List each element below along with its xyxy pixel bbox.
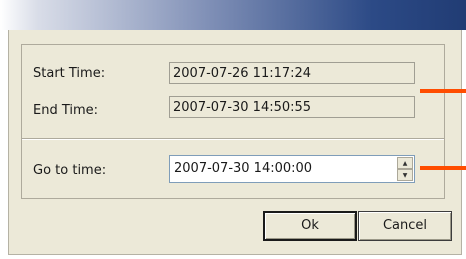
- goto-time-dialog: Start Time: 2007-07-26 11:17:24 End Time…: [0, 0, 466, 259]
- group-separator: [22, 138, 444, 140]
- goto-time-value[interactable]: 2007-07-30 14:00:00: [174, 156, 312, 182]
- up-arrow-icon[interactable]: ▲: [397, 157, 413, 169]
- end-time-field: 2007-07-30 14:50:55: [169, 96, 415, 118]
- start-time-label: Start Time:: [33, 66, 106, 81]
- down-arrow-icon[interactable]: ▼: [397, 169, 413, 181]
- goto-time-spinner[interactable]: ▲ ▼: [397, 157, 413, 181]
- title-bar[interactable]: [0, 0, 466, 30]
- ok-button[interactable]: Ok: [263, 211, 357, 241]
- annotation-marker-goto-time: [420, 166, 466, 170]
- end-time-label: End Time:: [33, 103, 99, 118]
- goto-time-label: Go to time:: [33, 163, 107, 178]
- start-time-field: 2007-07-26 11:17:24: [169, 62, 415, 84]
- cancel-button[interactable]: Cancel: [358, 211, 452, 241]
- annotation-marker-end-time: [420, 89, 466, 93]
- goto-time-input[interactable]: 2007-07-30 14:00:00 ▲ ▼: [169, 155, 415, 183]
